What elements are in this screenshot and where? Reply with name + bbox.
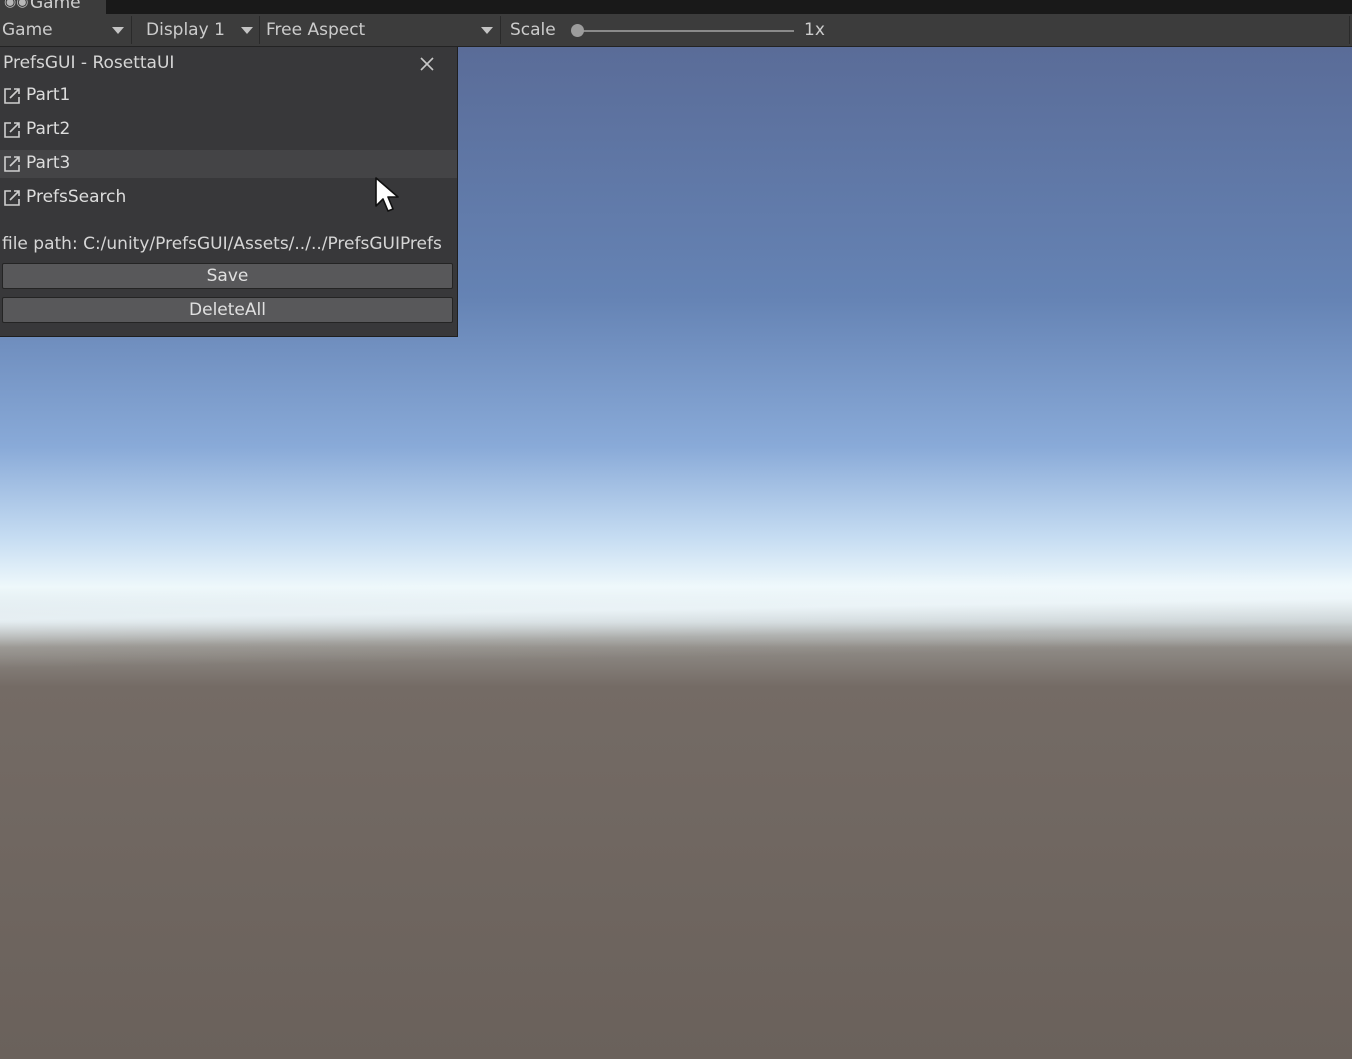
display-dropdown-label: Display 1 bbox=[146, 20, 225, 40]
display-dropdown[interactable]: Display 1 bbox=[132, 14, 259, 46]
file-path-text: file path: C:/unity/PrefsGUI/Assets/../.… bbox=[2, 234, 442, 254]
save-button[interactable]: Save bbox=[2, 263, 453, 289]
mouse-cursor-icon bbox=[375, 177, 399, 212]
scale-slider-handle[interactable] bbox=[571, 24, 584, 37]
scale-slider-track[interactable] bbox=[578, 30, 794, 32]
chevron-down-icon bbox=[112, 27, 124, 34]
list-item-label: Part2 bbox=[26, 119, 71, 139]
chevron-down-icon bbox=[241, 27, 253, 34]
list-item-part3[interactable]: Part3 bbox=[0, 150, 457, 178]
external-window-icon bbox=[4, 88, 20, 104]
mode-dropdown-label: Game bbox=[2, 20, 53, 40]
external-window-icon bbox=[4, 122, 20, 138]
mode-dropdown[interactable]: Game bbox=[0, 14, 131, 46]
list-item-part2[interactable]: Part2 bbox=[0, 116, 457, 144]
aspect-dropdown[interactable]: Free Aspect bbox=[260, 14, 500, 46]
close-icon[interactable] bbox=[417, 54, 437, 74]
gamepad-icon: ◉◉ bbox=[4, 0, 29, 10]
tab-game[interactable]: ◉◉ Game bbox=[0, 0, 106, 14]
external-window-icon bbox=[4, 190, 20, 206]
horizon bbox=[0, 566, 1352, 668]
scale-value: 1x bbox=[804, 20, 825, 40]
toolbar-divider bbox=[500, 16, 501, 44]
list-item-label: PrefsSearch bbox=[26, 187, 127, 207]
tab-game-label: Game bbox=[30, 0, 81, 13]
tab-strip: ◉◉ Game bbox=[0, 0, 1352, 14]
game-view-toolbar: Game Display 1 Free Aspect Scale 1x bbox=[0, 14, 1352, 47]
list-item-label: Part1 bbox=[26, 85, 71, 105]
chevron-down-icon bbox=[481, 27, 493, 34]
aspect-dropdown-label: Free Aspect bbox=[266, 20, 366, 40]
list-item-label: Part3 bbox=[26, 153, 71, 173]
window-title: PrefsGUI - RosettaUI bbox=[3, 53, 175, 73]
external-window-icon bbox=[4, 156, 20, 172]
delete-all-button[interactable]: DeleteAll bbox=[2, 297, 453, 323]
scale-label: Scale bbox=[510, 20, 556, 40]
toolbar-divider bbox=[1349, 16, 1350, 44]
list-item-part1[interactable]: Part1 bbox=[0, 82, 457, 110]
